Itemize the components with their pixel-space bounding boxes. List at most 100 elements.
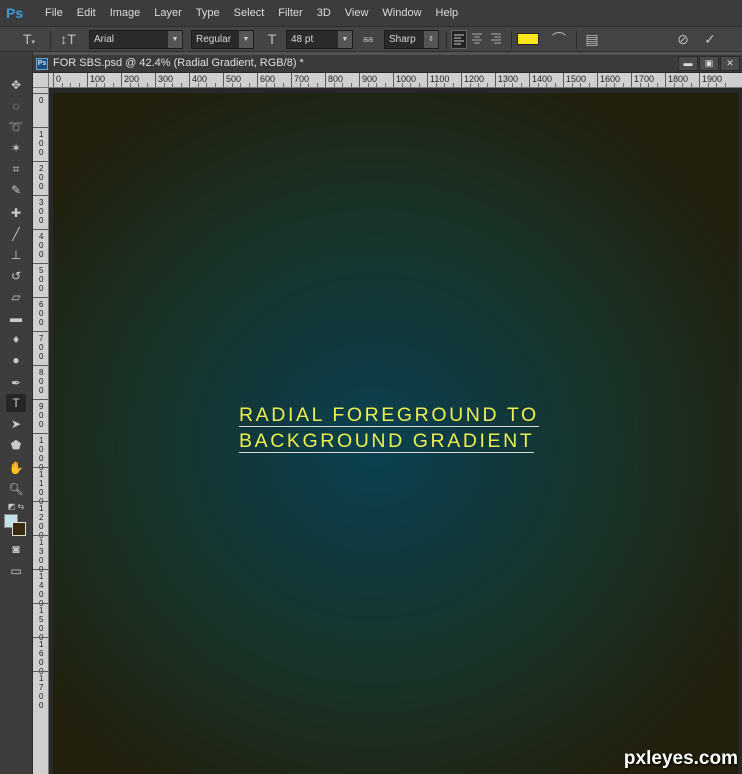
ruler-tick bbox=[33, 399, 48, 400]
toggle-text-orientation-icon[interactable]: ↕T bbox=[58, 30, 78, 49]
vertical-ruler[interactable]: 0100200300400500600700800900100011001200… bbox=[33, 88, 49, 774]
ruler-minor-tick bbox=[418, 83, 420, 87]
ruler-label: 700 bbox=[39, 334, 44, 361]
restore-button[interactable]: ▣ bbox=[699, 56, 719, 71]
ruler-tick bbox=[33, 365, 48, 366]
align-left-icon bbox=[454, 34, 464, 45]
ruler-label: 0 bbox=[39, 96, 44, 105]
character-panel-icon[interactable]: ▤ bbox=[583, 30, 601, 49]
canvas-text-line-2[interactable]: BACKGROUND GRADIENT bbox=[239, 430, 535, 453]
align-right-button[interactable] bbox=[489, 30, 505, 49]
menu-type[interactable]: Type bbox=[189, 0, 227, 26]
ruler-label: 300 bbox=[158, 74, 174, 84]
ruler-label: 500 bbox=[39, 266, 44, 293]
ruler-label: 1500 bbox=[566, 74, 587, 84]
warp-text-icon[interactable]: ⌒ bbox=[550, 30, 568, 49]
menu-filter[interactable]: Filter bbox=[271, 0, 309, 26]
canvas-text-line-1[interactable]: RADIAL FOREGROUND TO bbox=[239, 404, 539, 427]
healing-brush-tool-icon[interactable]: ✚ bbox=[6, 204, 26, 222]
font-size-select[interactable]: 48 pt ▼ bbox=[286, 30, 353, 49]
brush-tool-icon[interactable]: ╱ bbox=[6, 225, 26, 243]
menu-3d[interactable]: 3D bbox=[310, 0, 338, 26]
photoshop-logo: Ps bbox=[6, 5, 24, 21]
menu-layer[interactable]: Layer bbox=[147, 0, 189, 26]
document-canvas[interactable]: RADIAL FOREGROUND TO BACKGROUND GRADIENT bbox=[53, 93, 738, 774]
ruler-minor-tick bbox=[316, 83, 318, 87]
blur-tool-icon[interactable]: ♦ bbox=[6, 330, 26, 348]
ruler-tick bbox=[223, 73, 224, 87]
ruler-label: 400 bbox=[39, 232, 44, 259]
separator bbox=[511, 31, 512, 49]
chevron-down-icon: ▼ bbox=[338, 31, 352, 48]
ruler-tick bbox=[631, 73, 632, 87]
ruler-minor-tick bbox=[367, 83, 369, 87]
menu-window[interactable]: Window bbox=[375, 0, 428, 26]
background-color-swatch[interactable] bbox=[12, 522, 26, 536]
menu-select[interactable]: Select bbox=[227, 0, 272, 26]
shape-tool-icon[interactable]: ⬟ bbox=[6, 436, 26, 454]
eyedropper-tool-icon[interactable]: ✎ bbox=[6, 181, 26, 199]
menu-file[interactable]: File bbox=[38, 0, 70, 26]
ruler-minor-tick bbox=[673, 83, 675, 87]
screen-mode-icon[interactable]: ▭ bbox=[6, 562, 26, 580]
magic-wand-tool-icon[interactable]: ✶ bbox=[6, 139, 26, 157]
minimize-button[interactable]: ▬ bbox=[678, 56, 698, 71]
font-style-select[interactable]: Regular ▼ bbox=[191, 30, 254, 49]
font-family-select[interactable]: Arial ▼ bbox=[89, 30, 183, 49]
ruler-tick bbox=[33, 229, 48, 230]
canvas-area[interactable]: RADIAL FOREGROUND TO BACKGROUND GRADIENT bbox=[49, 88, 742, 774]
eraser-tool-icon[interactable]: ▱ bbox=[6, 288, 26, 306]
options-bar: T▾ ↕T Arial ▼ Regular ▼ T 48 pt ▼ aa Sha… bbox=[0, 26, 742, 52]
ruler-tick bbox=[257, 73, 258, 87]
crop-tool-icon[interactable]: ⌗ bbox=[6, 160, 26, 178]
document-tab[interactable]: Ps FOR SBS.psd @ 42.4% (Radial Gradient,… bbox=[33, 55, 742, 73]
ruler-minor-tick bbox=[95, 83, 97, 87]
type-tool-icon[interactable]: T bbox=[6, 394, 26, 412]
cancel-edit-icon[interactable]: ⊘ bbox=[673, 30, 693, 49]
gradient-tool-icon[interactable]: ▬ bbox=[6, 309, 26, 327]
ruler-tick bbox=[461, 73, 462, 87]
menu-help[interactable]: Help bbox=[429, 0, 466, 26]
tool-preset-picker[interactable]: T▾ bbox=[16, 30, 42, 49]
ruler-minor-tick bbox=[112, 83, 114, 87]
ruler-minor-tick bbox=[520, 83, 522, 87]
menu-image[interactable]: Image bbox=[103, 0, 148, 26]
pen-tool-icon[interactable]: ✒ bbox=[6, 374, 26, 392]
path-selection-tool-icon[interactable]: ➤ bbox=[6, 415, 26, 433]
ruler-tick bbox=[33, 467, 48, 468]
chevron-down-icon: ▼ bbox=[239, 31, 253, 48]
ruler-minor-tick bbox=[180, 83, 182, 87]
text-color-swatch[interactable] bbox=[517, 33, 539, 45]
dodge-tool-icon[interactable]: ● bbox=[6, 351, 26, 369]
history-brush-tool-icon[interactable]: ↺ bbox=[6, 267, 26, 285]
restore-icon: ▣ bbox=[704, 58, 714, 68]
ruler-tick bbox=[33, 297, 48, 298]
ruler-tick bbox=[665, 73, 666, 87]
hand-tool-icon[interactable]: ✋ bbox=[6, 459, 26, 477]
ruler-tick bbox=[33, 603, 48, 604]
ruler-label: 1600 bbox=[600, 74, 621, 84]
commit-edit-icon[interactable]: ✓ bbox=[700, 30, 720, 49]
lasso-tool-icon[interactable]: ➰ bbox=[6, 118, 26, 136]
ruler-origin[interactable] bbox=[33, 73, 49, 88]
ruler-label: 100 bbox=[39, 130, 44, 157]
marquee-tool-icon[interactable]: ◌ bbox=[6, 97, 26, 115]
ruler-minor-tick bbox=[265, 83, 267, 87]
antialias-select[interactable]: Sharp ⇕ bbox=[384, 30, 439, 49]
ruler-tick bbox=[155, 73, 156, 87]
ruler-minor-tick bbox=[716, 83, 717, 87]
ruler-minor-tick bbox=[486, 83, 488, 87]
horizontal-ruler[interactable]: 0 100 200 300 400 500 600 700 800 900 1000 1100 1200… bbox=[49, 73, 742, 88]
move-tool-icon[interactable]: ✥ bbox=[6, 76, 26, 94]
zoom-tool-icon[interactable]: 🔍︎ bbox=[6, 480, 26, 498]
close-button[interactable]: ✕ bbox=[720, 56, 740, 71]
ruler-minor-tick bbox=[580, 83, 581, 87]
menu-view[interactable]: View bbox=[338, 0, 376, 26]
ruler-minor-tick bbox=[214, 83, 216, 87]
quick-mask-icon[interactable]: ◙ bbox=[6, 540, 26, 558]
ruler-tick bbox=[33, 569, 48, 570]
menu-edit[interactable]: Edit bbox=[70, 0, 103, 26]
align-center-button[interactable] bbox=[470, 30, 486, 49]
clone-stamp-tool-icon[interactable]: ⊥ bbox=[6, 246, 26, 264]
align-left-button[interactable] bbox=[451, 30, 467, 49]
